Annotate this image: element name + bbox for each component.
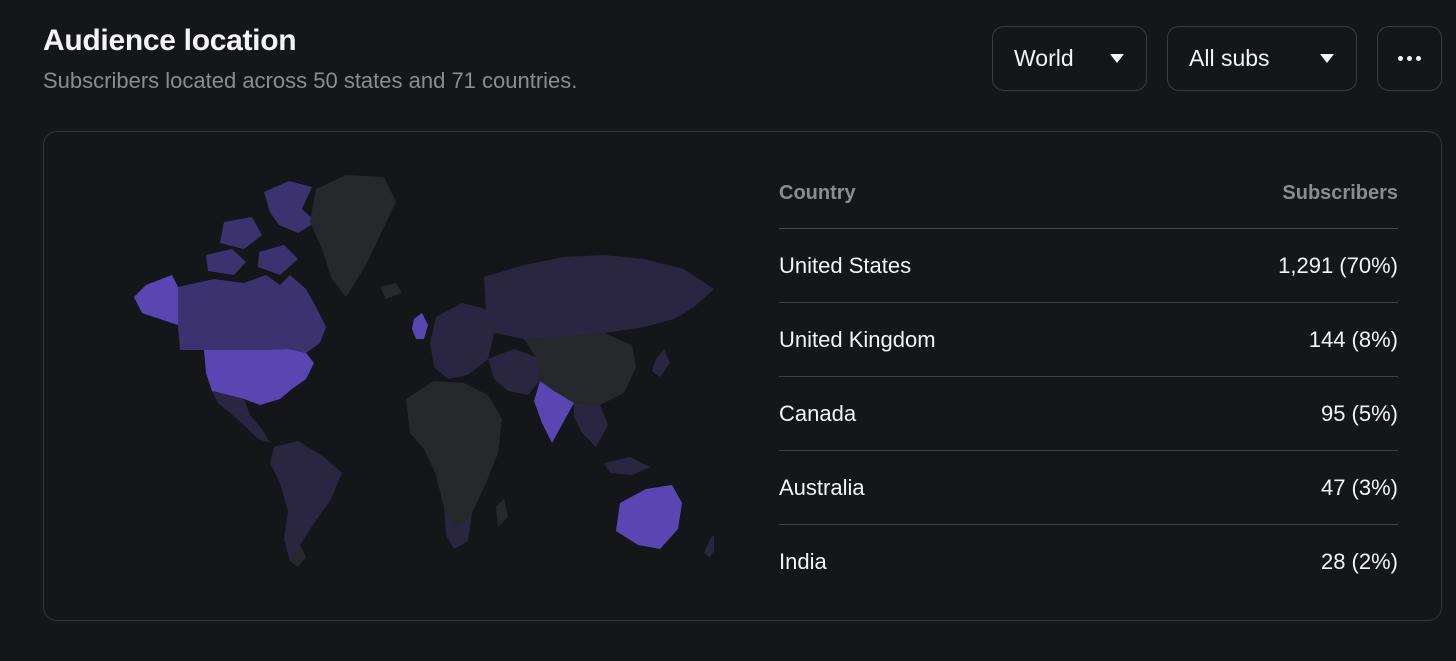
row-subscribers: 95 (5%)	[1320, 400, 1398, 426]
more-dot-icon	[1416, 56, 1421, 61]
row-subscribers: 47 (3%)	[1320, 474, 1398, 500]
row-country: Australia	[779, 474, 865, 500]
section-header: Audience location Subscribers located ac…	[43, 22, 577, 96]
map-region-europe	[430, 303, 494, 379]
world-map	[134, 175, 714, 567]
map-region-middle-east	[488, 349, 540, 395]
map-region-madagascar	[496, 499, 508, 527]
map-region-canada-arctic	[206, 181, 316, 275]
map-region-africa	[406, 381, 502, 529]
row-country: Canada	[779, 400, 857, 426]
map-region-southeast-asia	[574, 403, 650, 475]
row-country: India	[779, 548, 827, 574]
row-country: United States	[779, 252, 912, 278]
section-subtitle: Subscribers located across 50 states and…	[43, 68, 578, 93]
table-row: Canada 95 (5%)	[779, 377, 1398, 451]
country-table: Country Subscribers United States 1,291 …	[779, 170, 1398, 598]
caret-down-icon	[1320, 54, 1334, 63]
row-subscribers: 1,291 (70%)	[1278, 252, 1398, 278]
row-country: United Kingdom	[779, 326, 936, 352]
map-region-greenland	[310, 175, 396, 297]
more-dot-icon	[1398, 56, 1403, 61]
caret-down-icon	[1110, 54, 1124, 63]
map-region-iceland	[380, 283, 402, 299]
region-select[interactable]: World	[992, 26, 1147, 91]
row-subscribers: 144 (8%)	[1308, 326, 1398, 352]
table-header: Country Subscribers	[779, 170, 1398, 229]
map-region-new-zealand	[704, 535, 714, 557]
map-region-japan	[652, 349, 670, 377]
filter-controls: World All subs	[992, 26, 1442, 91]
subscriber-type-value: All subs	[1189, 45, 1270, 71]
region-select-value: World	[1014, 45, 1074, 71]
table-row: United Kingdom 144 (8%)	[779, 303, 1398, 377]
map-region-alaska	[134, 275, 178, 325]
map-region-canada	[178, 275, 326, 353]
column-header-subscribers: Subscribers	[1282, 182, 1398, 204]
audience-location-page: Audience location Subscribers located ac…	[0, 0, 1456, 661]
map-region-russia	[484, 255, 714, 339]
table-row: India 28 (2%)	[779, 525, 1398, 598]
table-row: Australia 47 (3%)	[779, 451, 1398, 525]
location-card: Country Subscribers United States 1,291 …	[43, 131, 1442, 621]
more-dot-icon	[1407, 56, 1412, 61]
row-subscribers: 28 (2%)	[1320, 548, 1398, 574]
map-region-australia	[616, 485, 682, 549]
column-header-country: Country	[779, 182, 856, 204]
more-options-button[interactable]	[1377, 26, 1442, 91]
section-title: Audience location	[43, 24, 297, 57]
subscriber-type-select[interactable]: All subs	[1167, 26, 1357, 91]
map-region-united-kingdom	[412, 313, 428, 339]
map-region-south-america	[270, 441, 342, 561]
table-row: United States 1,291 (70%)	[779, 229, 1398, 303]
